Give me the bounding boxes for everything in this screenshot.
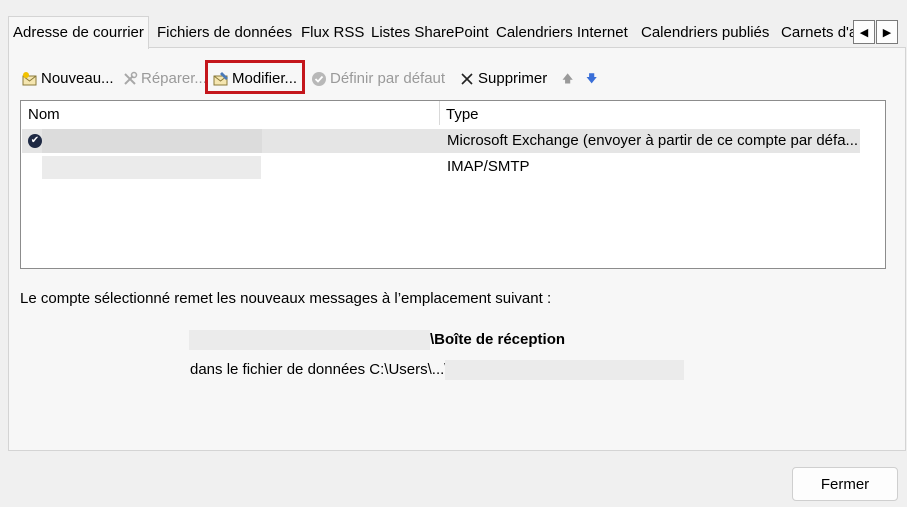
- tab-rss-feeds[interactable]: Flux RSS: [297, 20, 368, 46]
- redacted-folder-path: [189, 330, 430, 350]
- column-divider[interactable]: [439, 101, 440, 125]
- new-button[interactable]: Nouveau...: [22, 69, 114, 89]
- set-default-button[interactable]: Définir par défaut: [311, 69, 445, 89]
- check-circle-icon: [311, 71, 327, 87]
- repair-button-label: Réparer...: [141, 70, 207, 87]
- new-account-icon: [22, 71, 38, 87]
- move-up-icon[interactable]: 🡅: [562, 69, 573, 89]
- redacted-data-file-path: [445, 360, 684, 380]
- default-account-check-icon: ✔: [28, 134, 42, 148]
- new-button-label: Nouveau...: [41, 70, 114, 87]
- tab-published-calendars[interactable]: Calendriers publiés: [637, 20, 773, 46]
- tab-sharepoint-lists[interactable]: Listes SharePoint: [367, 20, 493, 46]
- inbox-folder-label: \Boîte de réception: [430, 331, 566, 348]
- column-header-type[interactable]: Type: [446, 106, 479, 123]
- repair-button[interactable]: Réparer...: [122, 69, 207, 89]
- tab-scroll-left-icon[interactable]: ◀: [853, 20, 875, 44]
- delete-x-icon: [459, 71, 475, 87]
- delete-button-label: Supprimer: [478, 70, 548, 87]
- tab-address-books[interactable]: Carnets d'a: [777, 20, 854, 46]
- column-header-name[interactable]: Nom: [28, 106, 60, 123]
- delete-button[interactable]: Supprimer: [459, 69, 547, 89]
- tab-email[interactable]: Adresse de courrier: [8, 16, 149, 49]
- account-type: Microsoft Exchange (envoyer à partir de …: [447, 132, 859, 149]
- move-down-icon[interactable]: 🡇: [586, 69, 597, 89]
- modify-button-highlight: [205, 60, 305, 94]
- account-row[interactable]: IMAP/SMTP: [22, 155, 860, 179]
- tab-internet-calendars[interactable]: Calendriers Internet: [492, 20, 632, 46]
- account-type: IMAP/SMTP: [447, 158, 530, 175]
- delivery-info-text: Le compte sélectionné remet les nouveaux…: [20, 290, 552, 307]
- set-default-button-label: Définir par défaut: [330, 70, 446, 87]
- tab-scroll-right-icon[interactable]: ▶: [876, 20, 898, 44]
- account-list[interactable]: Nom Type ✔ Microsoft Exchange (envoyer à…: [20, 100, 886, 269]
- redacted-account-name: [42, 156, 261, 179]
- tab-strip: Adresse de courrier Fichiers de données …: [0, 14, 907, 49]
- close-button[interactable]: Fermer: [792, 467, 898, 501]
- redacted-account-name: [42, 129, 262, 153]
- repair-tools-icon: [122, 71, 138, 87]
- tab-data-files[interactable]: Fichiers de données: [153, 20, 296, 46]
- account-row[interactable]: ✔ Microsoft Exchange (envoyer à partir d…: [22, 129, 860, 153]
- data-file-path-label: dans le fichier de données C:\Users\...\: [190, 361, 449, 378]
